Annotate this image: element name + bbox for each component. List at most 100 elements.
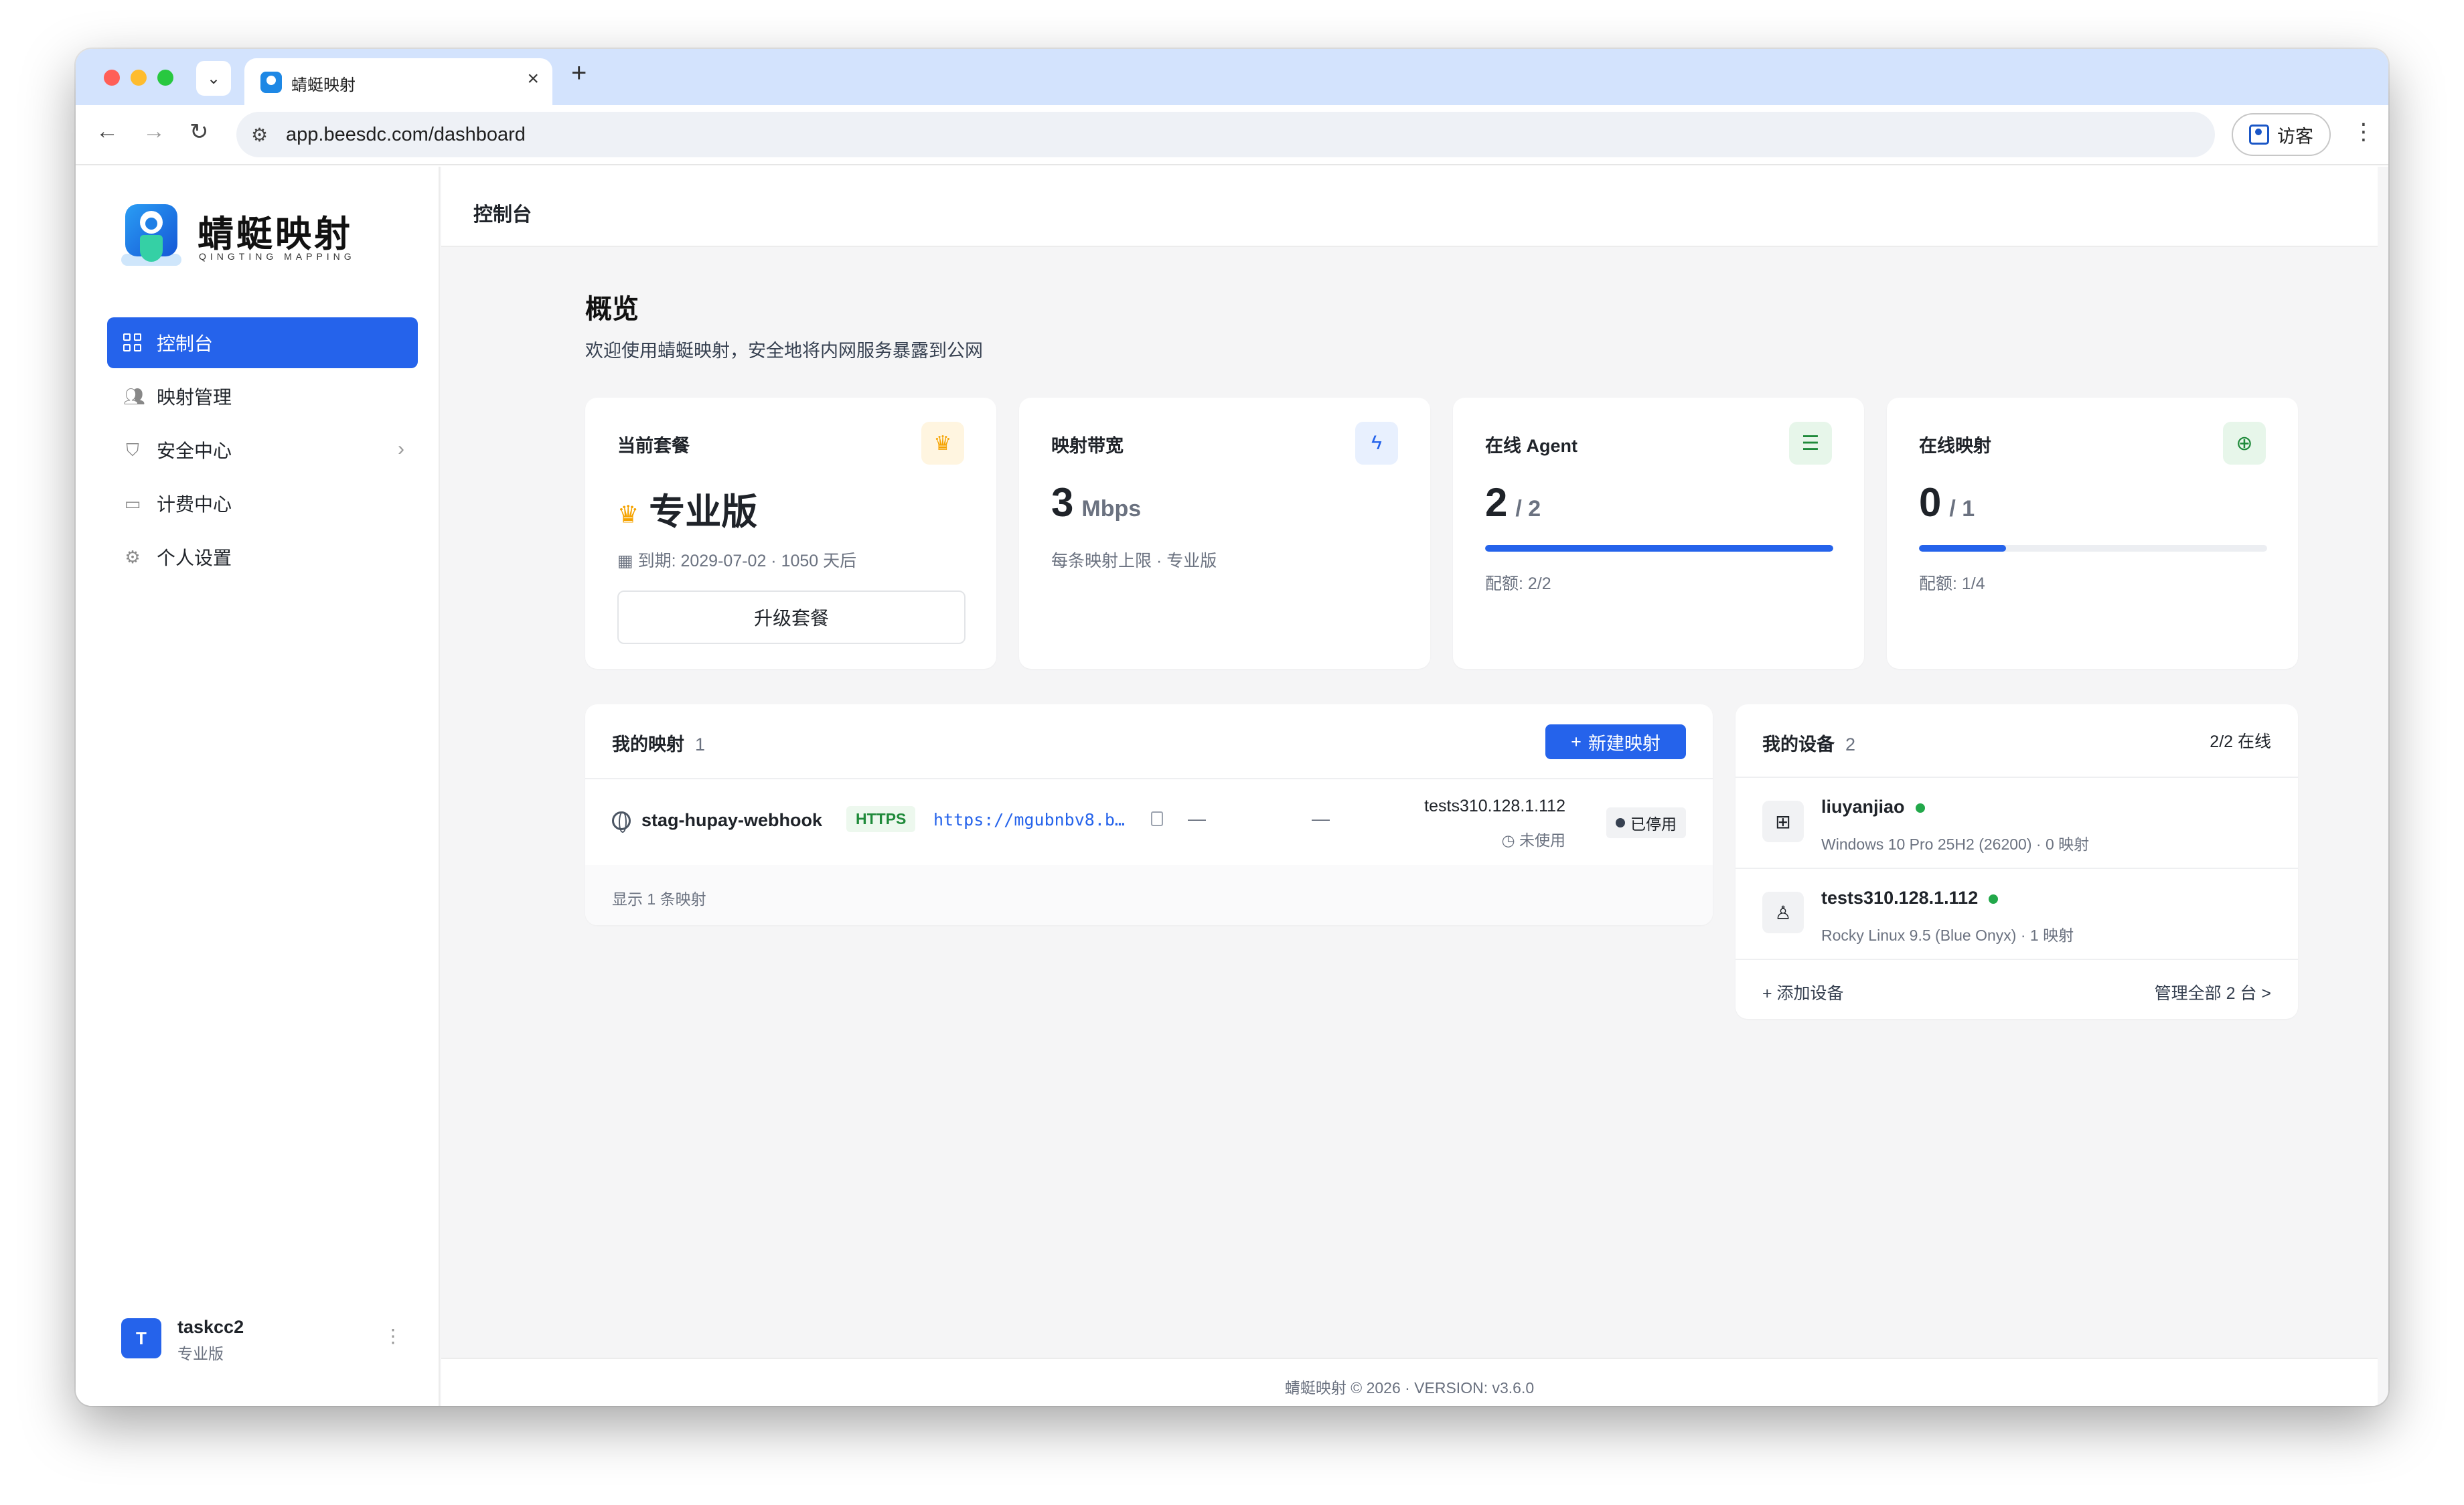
mappings-total: / 1 [1949,496,1975,522]
device-name-text: liuyanjiao [1821,797,1905,817]
sidebar-item-label: 计费中心 [157,494,232,515]
maximize-window-button[interactable] [157,70,173,86]
table-row[interactable]: stag-hupay-webhook HTTPS https://mgubnbv… [585,779,1713,865]
chevron-right-icon: › [398,438,404,460]
mapping-name[interactable]: stag-hupay-webhook [641,810,822,831]
app-root: 蜻蜓映射 QINGTING MAPPING 控制台 👥︎ 映射管理 ⛉ 安全中心… [76,167,2388,1406]
devices-online-count: 2/2 在线 [2210,732,2271,751]
sidebar-item-mappings[interactable]: 👥︎ 映射管理 [107,371,418,422]
status-dot [1616,818,1625,827]
manage-devices-link[interactable]: 管理全部 2 台 > [2155,980,2271,1004]
online-dot [1915,803,1925,813]
online-dot [1989,894,1999,904]
tab-title: 蜻蜓映射 [291,76,356,94]
user-plan: 专业版 [177,1345,224,1362]
plan-expiry-row: ▦ 到期: 2029-07-02 · 1050 天后 [617,548,856,572]
bandwidth-label: 映射带宽 [1051,436,1124,456]
mappings-card: 在线映射 ⊕ 0 / 1 配额: 1/4 [1887,398,2298,669]
card-icon: ▭ [124,493,141,513]
profile-button[interactable]: 访客 [2232,113,2331,156]
url-path: /dashboard [428,124,526,145]
device-meta: Windows 10 Pro 25H2 (26200) · 0 映射 [1821,836,2090,853]
sidebar-item-dashboard[interactable]: 控制台 [107,317,418,368]
gear-icon: ⚙ [125,547,141,567]
logo[interactable]: 蜻蜓映射 QINGTING MAPPING [121,200,389,274]
sidebar-item-settings[interactable]: ⚙ 个人设置 [107,532,418,582]
status-badge[interactable]: 已停用 [1606,807,1686,838]
add-device-link[interactable]: + 添加设备 [1762,980,1844,1004]
lightning-icon: ϟ [1355,422,1398,465]
shield-icon: ⛉ [126,440,139,460]
sidebar-item-label: 安全中心 [157,441,232,461]
reload-icon[interactable]: ↻ [189,118,209,145]
close-tab-icon[interactable]: × [527,68,539,90]
new-tab-button[interactable]: + [571,58,587,88]
my-mappings-footer: 显示 1 条映射 [585,865,1713,925]
url-host: app.beesdc.com [286,124,429,145]
favicon-icon [260,72,282,93]
bandwidth-unit: Mbps [1081,496,1142,522]
list-item[interactable]: ⊞ liuyanjiao Windows 10 Pro 25H2 (26200)… [1736,778,2298,868]
crown-icon: ♛ [921,422,964,465]
main-content: 控制台 概览 欢迎使用蜻蜓映射，安全地将内网服务暴露到公网 当前套餐 ♛ ♛ 专… [441,167,2378,1406]
profile-label: 访客 [2277,126,2313,147]
mapping-url[interactable]: https://mgubnbv8.b… [933,810,1125,829]
device-name: liuyanjiao [1821,797,1925,817]
linux-icon: ♙ [1762,892,1804,933]
browser-tab[interactable]: 蜻蜓映射 × [244,58,552,105]
site-settings-icon[interactable]: ⚙ [251,124,268,146]
plan-expiry: 到期: 2029-07-02 · 1050 天后 [637,552,857,570]
device-name: tests310.128.1.112 [1821,888,1999,908]
my-devices-count: 2 [1845,734,1856,755]
url-text[interactable]: app.beesdc.com/dashboard [286,124,526,146]
close-window-button[interactable] [104,70,120,86]
forward-arrow-icon[interactable]: → [143,118,165,145]
protocol-badge: HTTPS [846,806,916,832]
mapping-count-text: 显示 1 条映射 [612,890,706,908]
topbar: 控制台 [441,167,2378,247]
sidebar-item-label: 控制台 [157,333,214,354]
sidebar-item-billing[interactable]: ▭ 计费中心 [107,478,418,529]
browser-window: ⌄ 蜻蜓映射 × + ← → ↻ ⚙ app.beesdc.com/dashbo… [76,49,2388,1406]
upgrade-plan-button[interactable]: 升级套餐 [617,590,966,644]
mapping-host: tests310.128.1.112 [1424,797,1565,815]
bandwidth-value: 3 [1051,480,1074,525]
more-vertical-icon[interactable]: ⋮ [384,1325,402,1347]
agents-progress [1485,545,1833,552]
mapping-col1: — [1188,809,1206,829]
mappings-label: 在线映射 [1919,436,1991,456]
agents-value-wrap: 2 / 2 [1485,479,1541,526]
page-title: 概览 [585,295,639,324]
user-profile[interactable]: T taskcc2 专业版 ⋮ [121,1312,402,1365]
footer-text: 蜻蜓映射 © 2026 · VERSION: v3.6.0 [1284,1379,1535,1397]
back-arrow-icon[interactable]: ← [96,118,119,145]
my-mappings-label: 我的映射 [612,734,684,755]
bandwidth-card: 映射带宽 ϟ 3 Mbps 每条映射上限 · 专业版 [1019,398,1430,669]
address-bar[interactable]: ⚙ app.beesdc.com/dashboard [236,112,2215,157]
mappings-note: 配额: 1/4 [1919,574,1985,593]
plus-icon: + [1571,731,1582,752]
new-mapping-label: 新建映射 [1588,733,1661,754]
tab-search-button[interactable]: ⌄ [196,61,231,96]
my-mappings-count: 1 [695,734,706,755]
sidebar-item-security[interactable]: ⛉ 安全中心 › [107,424,418,475]
minimize-window-button[interactable] [131,70,147,86]
bandwidth-note: 每条映射上限 · 专业版 [1051,552,1217,570]
plan-card: 当前套餐 ♛ ♛ 专业版 ▦ 到期: 2029-07-02 · 1050 天后 … [585,398,996,669]
browser-menu-icon[interactable]: ⋮ [2352,118,2375,145]
my-devices-footer: + 添加设备 管理全部 2 台 > [1736,959,2298,1020]
copy-icon[interactable] [1151,811,1163,826]
list-item[interactable]: ♙ tests310.128.1.112 Rocky Linux 9.5 (Bl… [1736,869,2298,959]
clock-icon: ◷ [1501,831,1519,849]
status-text: 已停用 [1630,815,1677,833]
browser-toolbar: ← → ↻ ⚙ app.beesdc.com/dashboard 访客 ⋮ [76,105,2388,165]
new-mapping-button[interactable]: + 新建映射 [1545,724,1686,759]
avatar: T [121,1318,161,1358]
agents-note: 配额: 2/2 [1485,574,1551,593]
logo-mark-icon [121,200,181,267]
agents-value: 2 [1485,480,1508,525]
my-mappings-title: 我的映射 1 [612,730,705,756]
logo-subtitle: QINGTING MAPPING [199,251,356,262]
agents-label: 在线 Agent [1485,436,1577,456]
plan-label: 当前套餐 [617,436,690,456]
